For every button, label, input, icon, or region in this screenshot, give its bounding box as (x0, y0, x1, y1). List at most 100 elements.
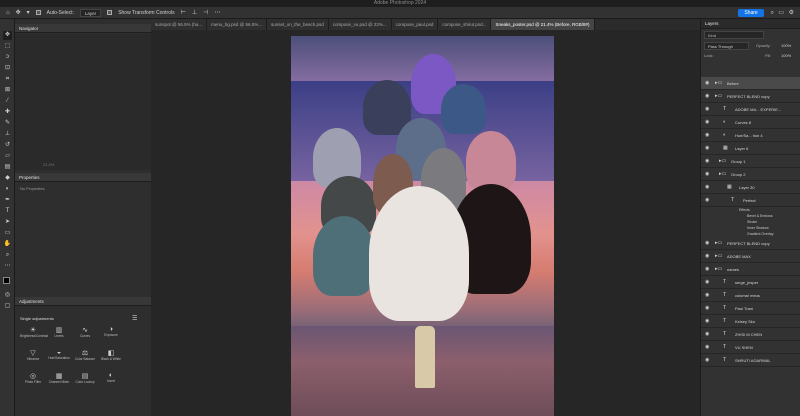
fill-value[interactable]: 100% (781, 53, 791, 58)
move-tool-icon[interactable]: ✥ (16, 10, 21, 16)
align-center-icon[interactable]: ⊥ (192, 10, 197, 16)
poster-canvas[interactable] (291, 36, 554, 416)
frame-tool-icon[interactable]: ⊠ (3, 86, 12, 95)
navigator-panel-header[interactable]: Navigator (15, 24, 151, 33)
more-tools-icon[interactable]: ⋯ (3, 262, 12, 271)
eye-icon[interactable]: ◉ (705, 328, 709, 340)
adjustment-item[interactable]: ◧ Black & White (98, 349, 124, 361)
eraser-tool-icon[interactable]: ▱ (3, 152, 12, 161)
layer-row[interactable]: ◉ T ADOBE MA... EXPERIE... (701, 103, 800, 116)
document-tab[interactable]: compose_paul.psd (391, 19, 439, 30)
adjustment-item[interactable]: ▥ Levels (46, 326, 72, 338)
eye-icon[interactable]: ◉ (705, 315, 709, 327)
document-tab[interactable]: menu_bg.psd @ 56.5%... (207, 19, 267, 30)
document-tab[interactable]: sunset_on_the_beach.psd (266, 19, 329, 30)
adjustment-item[interactable]: ◒ Hue/Saturation (46, 349, 72, 360)
document-tab[interactable]: sunspot @ 56.5% (ha... (151, 19, 208, 30)
foreground-color-swatch[interactable] (3, 277, 10, 284)
eye-icon[interactable]: ◉ (705, 354, 709, 366)
eye-icon[interactable]: ◉ (705, 77, 709, 89)
navigator-preview[interactable] (15, 34, 151, 170)
eye-icon[interactable]: ◉ (705, 194, 709, 206)
eye-icon[interactable]: ◉ (705, 142, 709, 154)
healing-tool-icon[interactable]: ✚ (3, 108, 12, 117)
properties-panel-header[interactable]: Properties (15, 173, 151, 182)
adjustment-item[interactable]: ☀ Brightness/Contrast (20, 326, 48, 338)
layer-name[interactable]: SHRUTI AGARWAL (735, 354, 771, 366)
show-transform-checkbox[interactable] (107, 10, 113, 15)
layer-row[interactable]: ◉ T VU SHEN (701, 341, 800, 354)
layers-panel-tab[interactable]: Layers (701, 19, 800, 29)
auto-select-target-dropdown[interactable]: Layer (79, 8, 102, 17)
quick-mask-icon[interactable]: ◎ (3, 291, 12, 300)
layer-name[interactable]: Hue/Sa... tion 4 (735, 129, 763, 141)
layer-name[interactable]: Layer 30 (739, 181, 755, 193)
eye-icon[interactable]: ◉ (705, 129, 709, 141)
layer-name[interactable]: Layer 6 (735, 142, 748, 154)
layer-name[interactable]: names (727, 263, 739, 275)
layer-name[interactable]: Curves 8 (735, 116, 751, 128)
zoom-tool-icon[interactable]: ⌕ (3, 251, 12, 260)
layer-row[interactable]: ◉ ▸▭ Before (701, 77, 800, 90)
shape-tool-icon[interactable]: ▭ (3, 229, 12, 238)
adjustment-item[interactable]: ▽ Vibrance (20, 349, 46, 361)
dodge-tool-icon[interactable]: ◐ (3, 185, 12, 194)
layer-name[interactable]: ADOBE MA... EXPERIE... (735, 103, 781, 115)
path-select-tool-icon[interactable]: ➤ (3, 218, 12, 227)
layer-name[interactable]: ADOBE MAX (727, 250, 751, 262)
adjustment-item[interactable]: ◐ Invert (98, 372, 124, 383)
pen-tool-icon[interactable]: ✒ (3, 196, 12, 205)
single-adjustments-label[interactable]: Single adjustments (20, 316, 54, 321)
layer-row[interactable]: ◉ ▸▭ Group 2 (701, 168, 800, 181)
layer-row[interactable]: ◉ T SHRUTI AGARWAL (701, 354, 800, 367)
adjustment-item[interactable]: ⚖ Color Balance (72, 349, 98, 361)
eye-icon[interactable]: ◉ (705, 250, 709, 262)
layer-row[interactable]: ◉ Tcoloma! meus (701, 289, 800, 302)
brush-tool-icon[interactable]: ✎ (3, 119, 12, 128)
layer-row[interactable]: ◉ T Perfect (701, 194, 800, 207)
gear-icon[interactable]: ⚙ (789, 10, 794, 16)
adjustment-item[interactable]: ◑ Exposure (98, 326, 124, 337)
type-tool-icon[interactable]: T (3, 207, 12, 216)
layer-name[interactable]: serge_jesper (735, 276, 758, 288)
opacity-value[interactable]: 100% (781, 43, 791, 48)
document-tab[interactable]: Sneaks_poster.psd @ 21.4% (Before, RGB/8… (491, 19, 595, 30)
layer-name[interactable]: Perfect (743, 194, 756, 206)
adjustment-item[interactable]: ▦ Channel Mixer (46, 372, 72, 384)
layer-name[interactable]: PERFECT BLEND copy (727, 237, 770, 249)
eye-icon[interactable]: ◉ (705, 289, 709, 301)
eye-icon[interactable]: ◉ (705, 276, 709, 288)
list-view-icon[interactable]: ☰ (132, 315, 137, 322)
layer-name[interactable]: PERFECT BLEND copy (727, 90, 770, 102)
layer-row[interactable]: ◉ T ZHISI M CHEN (701, 328, 800, 341)
layer-row[interactable]: ◉ ▦ Layer 6 (701, 142, 800, 155)
navigator-zoom-value[interactable]: 21.4% (43, 162, 54, 167)
object-select-tool-icon[interactable]: ⊡ (3, 64, 12, 73)
marquee-tool-icon[interactable]: ⬚ (3, 42, 12, 51)
eye-icon[interactable]: ◉ (705, 116, 709, 128)
layer-row[interactable]: ◉ ▸▭ names (701, 263, 800, 276)
layer-row[interactable]: ◉ T Paul Trani (701, 302, 800, 315)
eyedropper-tool-icon[interactable]: ⁄ (3, 97, 12, 106)
gradient-tool-icon[interactable]: ▤ (3, 163, 12, 172)
layer-name[interactable]: coloma! meus (735, 289, 760, 301)
more-options-icon[interactable]: ⋯ (214, 10, 220, 16)
document-tab[interactable]: compose_vu.psd @ 22%... (328, 19, 392, 30)
document-tab[interactable]: compose_shirut.psd... (438, 19, 492, 30)
align-left-icon[interactable]: ⊢ (181, 10, 186, 16)
layer-filter-kind[interactable]: Kind (704, 31, 764, 39)
auto-select-checkbox[interactable] (35, 10, 41, 15)
layer-row[interactable]: ◉ ▸▭ PERFECT BLEND copy (701, 90, 800, 103)
layer-row[interactable]: ◉ ▸▭ Group 1 (701, 155, 800, 168)
search-icon[interactable]: ⌕ (771, 10, 774, 16)
blend-mode-dropdown[interactable]: Pass Through (704, 42, 749, 50)
layer-row[interactable]: ◉ ▦ Layer 30 (701, 181, 800, 194)
align-right-icon[interactable]: ⊣ (203, 10, 208, 16)
adjustment-item[interactable]: ▤ Color Lookup (72, 372, 98, 384)
layer-name[interactable]: Group 1 (731, 155, 745, 167)
move-tool-icon[interactable]: ✥ (3, 31, 12, 40)
eye-icon[interactable]: ◉ (705, 155, 709, 167)
layer-name[interactable]: Before (727, 77, 739, 89)
blur-tool-icon[interactable]: ◆ (3, 174, 12, 183)
chevron-down-icon[interactable]: ▾ (27, 10, 30, 16)
